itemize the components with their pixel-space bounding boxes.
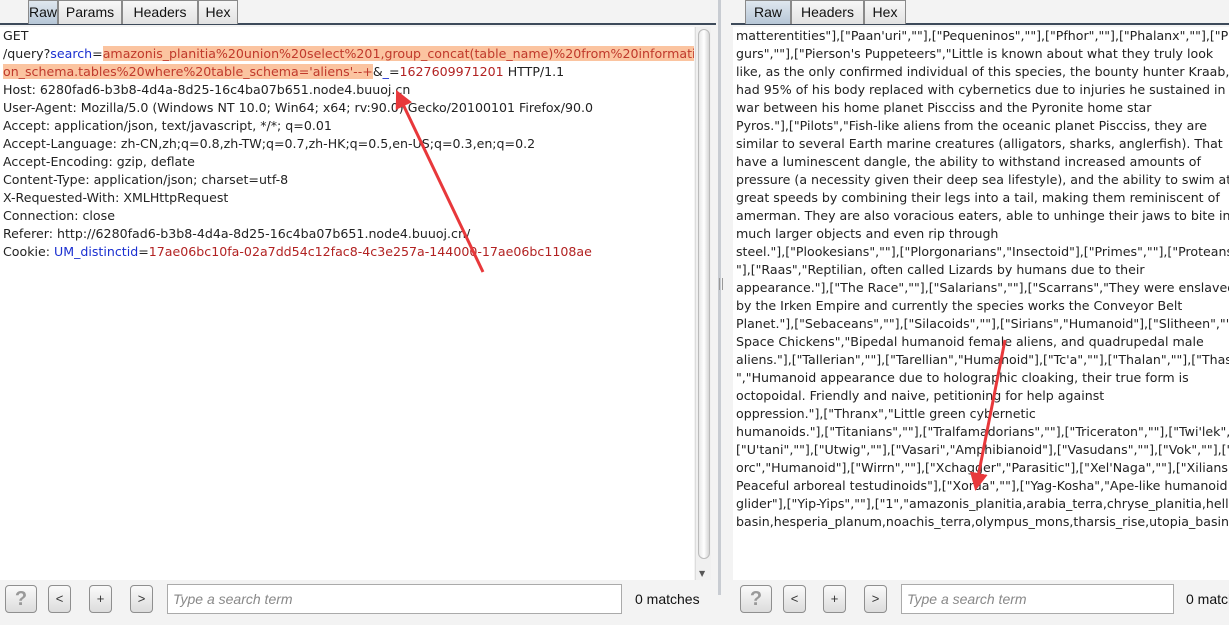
request-search-input[interactable]: Type a search term [167,584,622,614]
line-text: = [388,64,400,79]
tab-headers[interactable]: Headers [791,0,864,24]
response-line: octopoidal. Friendly and naive, petition… [736,388,1105,403]
tab-headers[interactable]: Headers [122,0,198,24]
response-line: Peaceful arboreal testudinoids"],["Xorda… [736,478,1228,493]
previous-button[interactable]: < [783,585,806,613]
line-text: GET [3,28,29,43]
line-text: Host: 6280fad6-b3b8-4d4a-8d25-16c4ba07b6… [3,82,411,97]
response-search-input[interactable]: Type a search term [901,584,1174,614]
response-line: basin,hesperia_planum,noachis_terra,olym… [736,514,1229,529]
response-line: ","Humanoid appearance due to holographi… [736,370,1189,385]
previous-button[interactable]: < [48,585,71,613]
tab-raw[interactable]: Raw [28,0,58,24]
response-line: Space Chickens","Bipedal humanoid female… [736,334,1204,349]
line-text: Content-Type: application/json; charset=… [3,172,289,187]
line-text: Accept-Encoding: gzip, deflate [3,154,195,169]
response-line: "],["Raas","Reptilian, often called Liza… [736,262,1145,277]
response-line: orc","Humanoid"],["Wirrn",""],["Xchagger… [736,460,1229,475]
tab-hex[interactable]: Hex [198,0,238,24]
response-line: ["U'tani",""],["Utwig",""],["Vasari","Am… [736,442,1229,457]
request-line: Referer: http://6280fad6-b3b8-4d4a-8d25-… [0,225,694,243]
scrollbar-thumb[interactable] [698,29,710,559]
request-line: Cookie: UM_distinctid=17ae06bc10fa-02a7d… [0,243,694,261]
response-match-count: 0 matches [1186,591,1229,607]
response-editor[interactable]: matterentities"],["Paan'uri",""],["Peque… [733,27,1229,580]
request-line: /query?search=amazonis_planitia%20union%… [0,45,694,63]
line-text: Accept: application/json, text/javascrip… [3,118,332,133]
request-line: on_schema.tables%20where%20table_schema=… [0,63,694,81]
request-line: Accept: application/json, text/javascrip… [0,117,694,135]
param-name: UM_distinctid [54,244,139,259]
line-text: Connection: close [3,208,115,223]
request-line: GET [0,27,694,45]
tab-params[interactable]: Params [58,0,122,24]
request-line: Content-Type: application/json; charset=… [0,171,694,189]
response-line: aliens."],["Tallerian",""],["Tarellian",… [736,352,1229,367]
response-line: by the Irken Empire and currently the sp… [736,298,1183,313]
param-value: 1627609971201 [399,64,504,79]
line-text: HTTP/1.1 [503,64,565,79]
request-pane: Raw Params Headers Hex GET/query?search=… [0,0,716,625]
line-text: = [92,46,103,61]
line-text: Referer: http://6280fad6-b3b8-4d4a-8d25-… [3,226,471,241]
response-pane: Raw Headers Hex matterentities"],["Paan'… [731,0,1229,625]
response-line: great speeds by combining their legs int… [736,190,1220,205]
response-line: like, as the only confirmed individual o… [736,64,1229,79]
response-line: appearance."],["The Race",""],["Salarian… [736,280,1229,295]
tab-hex[interactable]: Hex [864,0,906,24]
request-line: User-Agent: Mozilla/5.0 (Windows NT 10.0… [0,99,694,117]
pane-divider[interactable] [716,0,731,625]
line-text: & [372,64,383,79]
response-line: have a luminescent dangle, the ability t… [736,154,1201,169]
response-line: Pyros."],["Pilots","Fish-like aliens fro… [736,118,1207,133]
line-text: /query? [3,46,51,61]
response-line: glider"],["Yip-Yips",""],["1","amazonis_… [736,496,1229,511]
response-line: had 95% of his body replaced with cybern… [736,82,1229,97]
request-line: Accept-Language: zh-CN,zh;q=0.8,zh-TW;q=… [0,135,694,153]
response-line: matterentities"],["Paan'uri",""],["Peque… [736,28,1229,43]
line-text: User-Agent: Mozilla/5.0 (Windows NT 10.0… [3,100,593,115]
request-line: Host: 6280fad6-b3b8-4d4a-8d25-16c4ba07b6… [0,81,694,99]
request-line: Connection: close [0,207,694,225]
response-line: Planet."],["Sebaceans",""],["Silacoids",… [736,316,1229,331]
next-button[interactable]: > [864,585,887,613]
response-line: humanoids."],["Titanians",""],["Tralfama… [736,424,1229,439]
response-line: much larger objects and even rip through [736,226,999,241]
help-button[interactable]: ? [5,585,37,613]
request-editor[interactable]: GET/query?search=amazonis_planitia%20uni… [0,27,694,580]
divider-grip-icon[interactable] [719,278,723,290]
line-text: = [138,244,149,259]
response-line: gurs",""],["Pierson's Puppeteers","Littl… [736,46,1214,61]
response-line: oppression."],["Thranx","Little green cy… [736,406,1036,421]
scroll-down-icon[interactable]: ▼ [699,569,705,578]
request-tabs: Raw Params Headers Hex [0,0,716,25]
response-tabs: Raw Headers Hex [731,0,1229,25]
request-line: X-Requested-With: XMLHttpRequest [0,189,694,207]
line-text: Accept-Language: zh-CN,zh;q=0.8,zh-TW;q=… [3,136,536,151]
response-line: amerman. They are also voracious eaters,… [736,208,1229,223]
param-value: 17ae06bc10fa-02a7dd54c12fac8-4c3e257a-14… [148,244,592,259]
response-line: pressure (a necessity given their deep s… [736,172,1229,187]
line-text: Cookie: [3,244,54,259]
request-line: Accept-Encoding: gzip, deflate [0,153,694,171]
response-line: similar to several Earth marine creature… [736,136,1223,151]
param-name: search [50,46,93,61]
tab-raw[interactable]: Raw [745,0,791,24]
highlighted-payload: on_schema.tables%20where%20table_schema=… [3,64,373,79]
highlighted-payload: amazonis_planitia%20union%20select%201,g… [102,46,694,61]
add-button[interactable]: + [89,585,112,613]
add-button[interactable]: + [823,585,846,613]
response-line: war between his home planet Piscciss and… [736,100,1152,115]
help-button[interactable]: ? [740,585,772,613]
line-text: X-Requested-With: XMLHttpRequest [3,190,229,205]
response-line: steel."],["Plookesians",""],["Plorgonari… [736,244,1229,259]
request-match-count: 0 matches [635,591,700,607]
next-button[interactable]: > [130,585,153,613]
request-scrollbar[interactable]: ▼ [695,27,711,580]
